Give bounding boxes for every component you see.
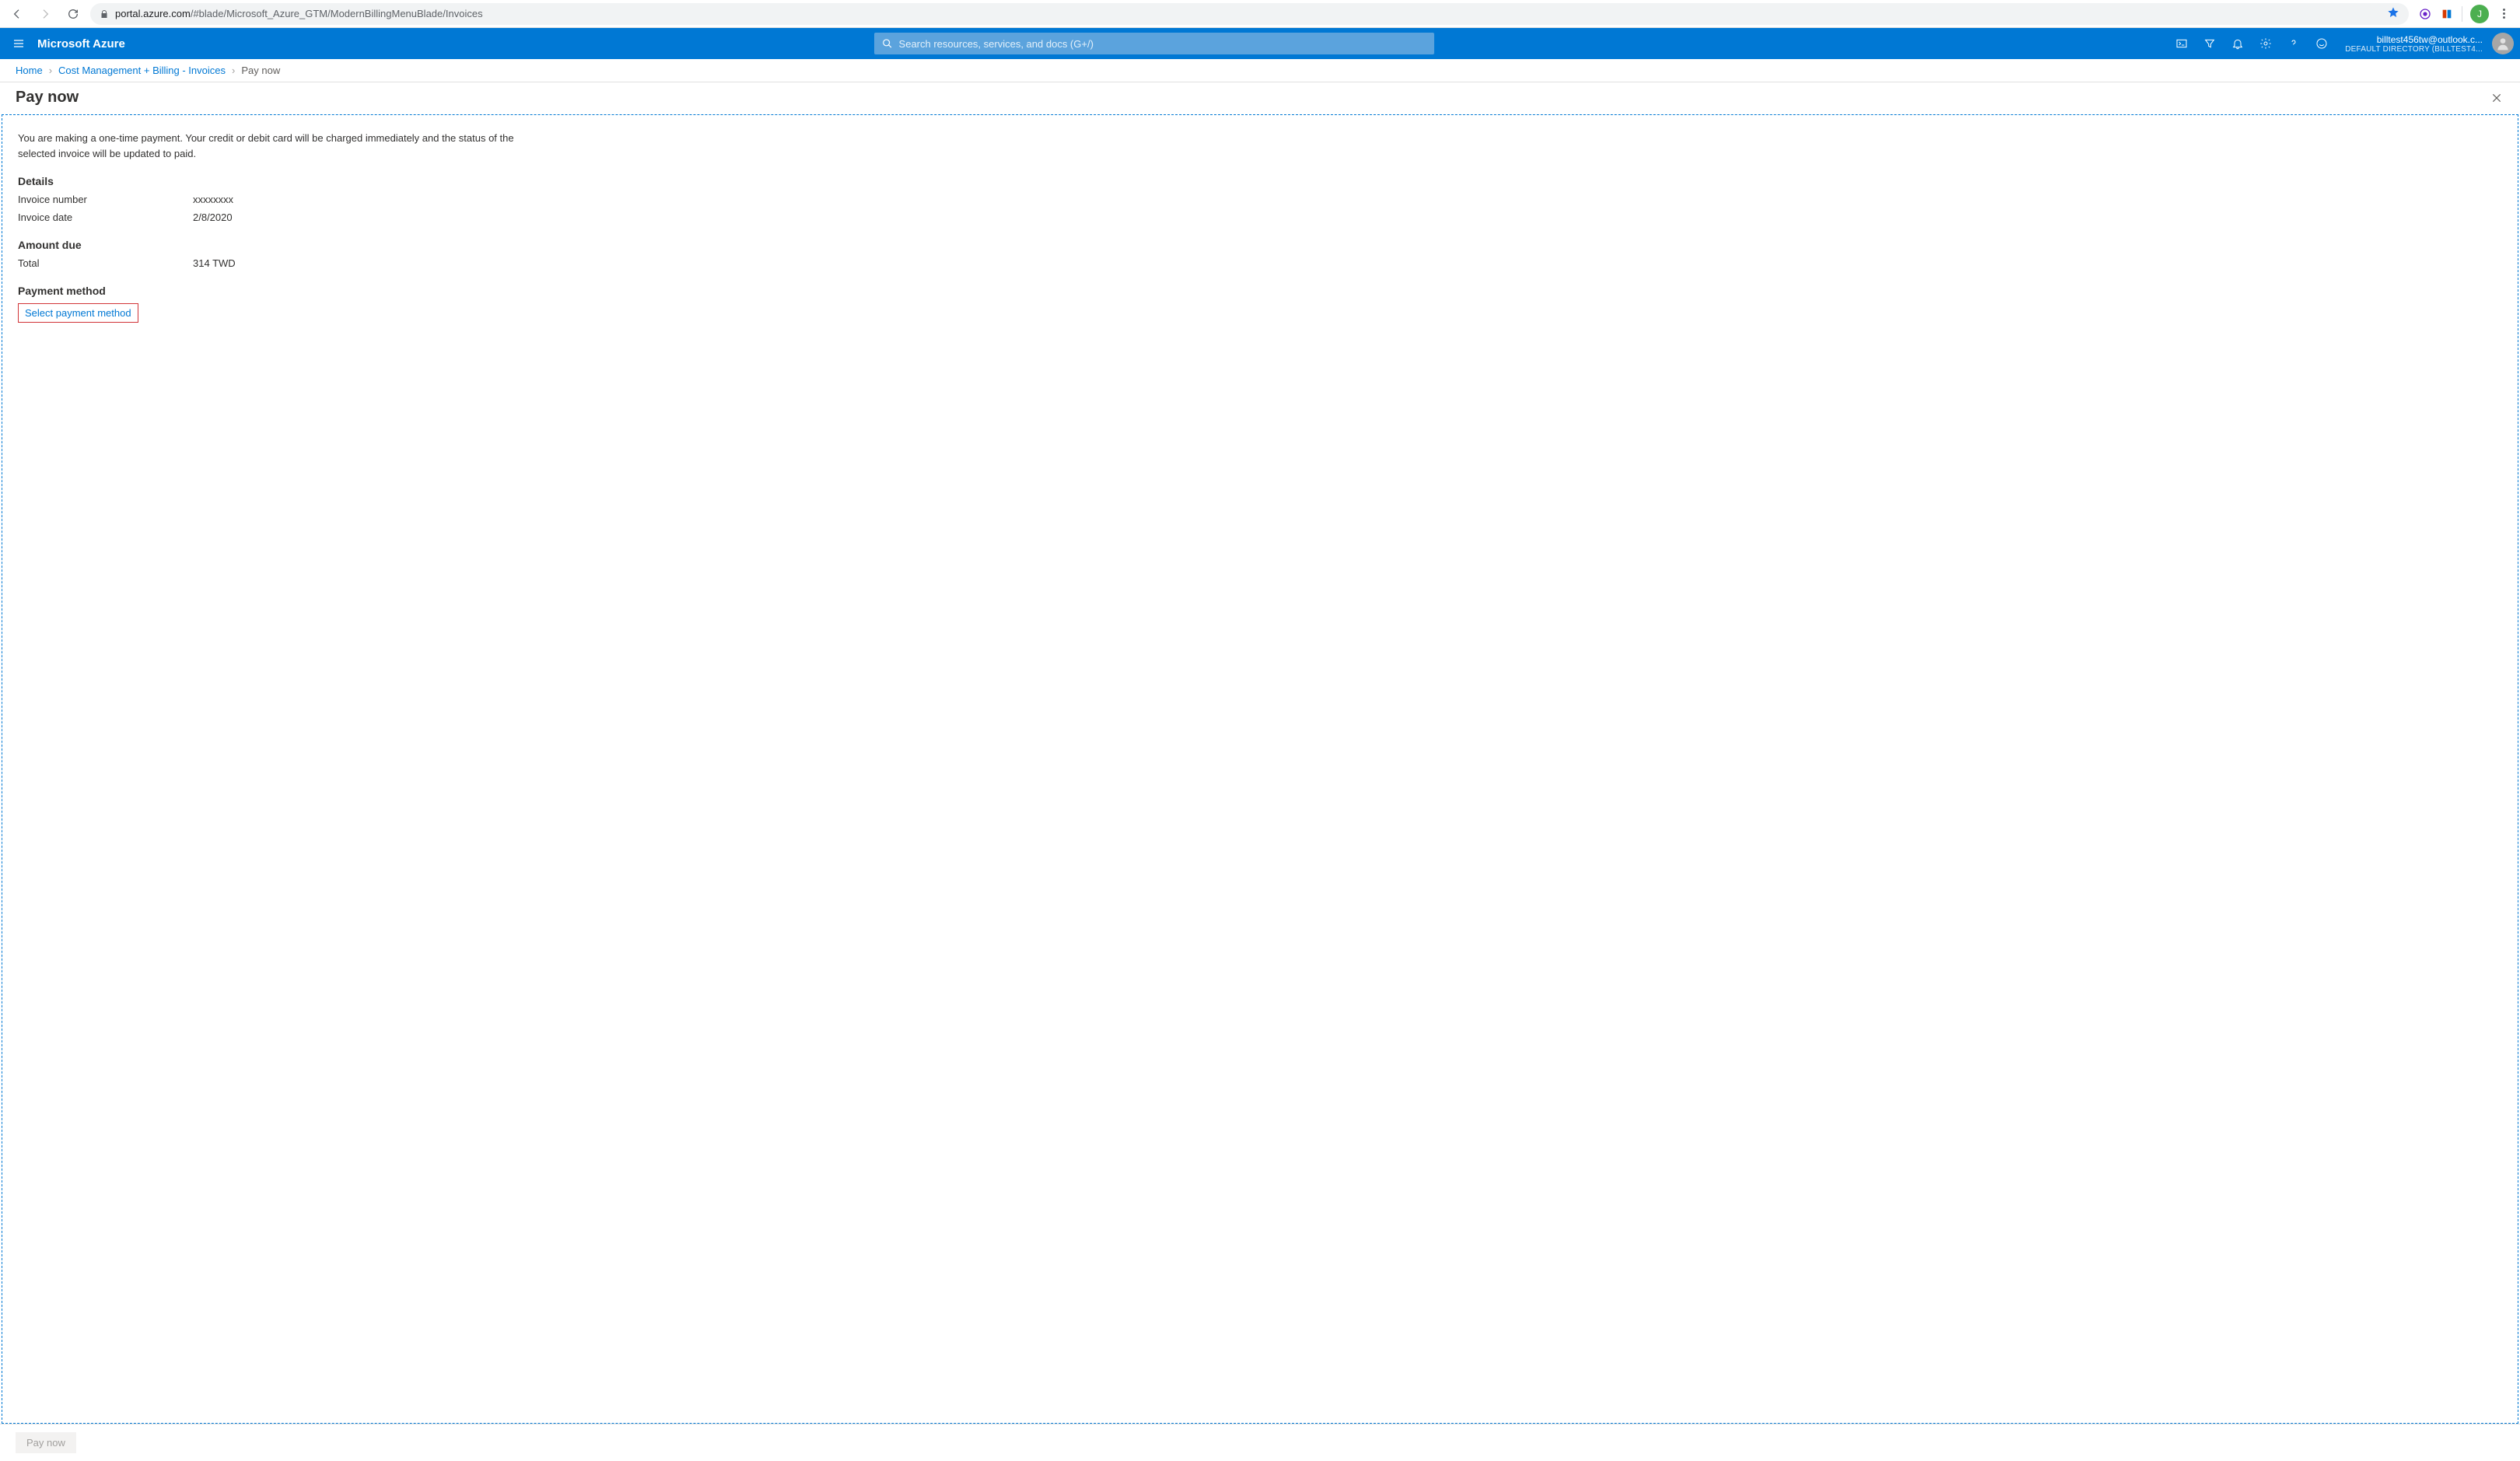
account-avatar[interactable] bbox=[2492, 33, 2514, 54]
select-payment-method-link[interactable]: Select payment method bbox=[22, 306, 135, 320]
total-value: 314 TWD bbox=[193, 257, 236, 269]
blade-body: You are making a one-time payment. Your … bbox=[2, 114, 2518, 1424]
search-input[interactable] bbox=[899, 38, 1426, 50]
account-email: billtest456tw@outlook.c... bbox=[2345, 34, 2483, 45]
arrow-right-icon bbox=[39, 8, 51, 20]
breadcrumb: Home › Cost Management + Billing - Invoi… bbox=[0, 59, 2520, 82]
extensions-area: J bbox=[2415, 5, 2514, 23]
blade-footer: Pay now bbox=[0, 1424, 2520, 1461]
total-row: Total 314 TWD bbox=[18, 257, 2502, 269]
chrome-profile-avatar[interactable]: J bbox=[2470, 5, 2489, 23]
filter-icon bbox=[2203, 37, 2216, 50]
reload-button[interactable] bbox=[62, 3, 84, 25]
header-tools bbox=[2168, 28, 2336, 59]
feedback-icon bbox=[2315, 37, 2328, 50]
bell-icon bbox=[2231, 37, 2244, 50]
reload-icon bbox=[67, 8, 79, 20]
breadcrumb-home[interactable]: Home bbox=[16, 65, 43, 76]
azure-header: Microsoft Azure billtest456tw@outlook.c.… bbox=[0, 28, 2520, 59]
portal-menu-button[interactable] bbox=[0, 28, 37, 59]
directory-filter-button[interactable] bbox=[2196, 28, 2224, 59]
intro-text: You are making a one-time payment. Your … bbox=[18, 131, 516, 161]
help-icon bbox=[2287, 37, 2300, 50]
notifications-button[interactable] bbox=[2224, 28, 2252, 59]
global-search[interactable] bbox=[874, 33, 1434, 54]
azure-brand[interactable]: Microsoft Azure bbox=[37, 37, 141, 51]
pay-now-button[interactable]: Pay now bbox=[16, 1432, 76, 1453]
chevron-right-icon: › bbox=[49, 65, 52, 76]
account-directory: DEFAULT DIRECTORY (BILLTEST4... bbox=[2345, 45, 2483, 54]
cloud-shell-icon bbox=[2175, 37, 2188, 50]
account-info[interactable]: billtest456tw@outlook.c... DEFAULT DIREC… bbox=[2336, 34, 2489, 54]
search-icon bbox=[882, 38, 893, 49]
pay-now-blade: Pay now You are making a one-time paymen… bbox=[0, 82, 2520, 1461]
browser-toolbar: portal.azure.com/#blade/Microsoft_Azure_… bbox=[0, 0, 2520, 28]
close-blade-button[interactable] bbox=[2489, 90, 2504, 106]
cloud-shell-button[interactable] bbox=[2168, 28, 2196, 59]
help-button[interactable] bbox=[2280, 28, 2308, 59]
hamburger-icon bbox=[12, 37, 25, 50]
lock-icon bbox=[100, 9, 109, 19]
highlight-annotation: Select payment method bbox=[18, 303, 138, 323]
details-heading: Details bbox=[18, 175, 2502, 187]
invoice-date-value: 2/8/2020 bbox=[193, 211, 233, 223]
close-icon bbox=[2491, 93, 2502, 103]
invoice-number-label: Invoice number bbox=[18, 194, 193, 205]
invoice-number-value: xxxxxxxx bbox=[193, 194, 233, 205]
invoice-date-label: Invoice date bbox=[18, 211, 193, 223]
gear-icon bbox=[2259, 37, 2272, 50]
payment-method-heading: Payment method bbox=[18, 285, 2502, 297]
bookmark-star-icon[interactable] bbox=[2387, 6, 2399, 21]
chevron-right-icon: › bbox=[232, 65, 235, 76]
url-text: portal.azure.com/#blade/Microsoft_Azure_… bbox=[115, 8, 483, 19]
amount-due-heading: Amount due bbox=[18, 239, 2502, 251]
breadcrumb-billing[interactable]: Cost Management + Billing - Invoices bbox=[58, 65, 226, 76]
back-button[interactable] bbox=[6, 3, 28, 25]
breadcrumb-current: Pay now bbox=[241, 65, 280, 76]
extension-icon-1[interactable] bbox=[2418, 7, 2432, 21]
forward-button[interactable] bbox=[34, 3, 56, 25]
feedback-button[interactable] bbox=[2308, 28, 2336, 59]
person-icon bbox=[2495, 36, 2511, 51]
extension-icon-2[interactable] bbox=[2440, 7, 2454, 21]
address-bar[interactable]: portal.azure.com/#blade/Microsoft_Azure_… bbox=[90, 3, 2409, 25]
total-label: Total bbox=[18, 257, 193, 269]
invoice-date-row: Invoice date 2/8/2020 bbox=[18, 211, 2502, 223]
arrow-left-icon bbox=[11, 8, 23, 20]
invoice-number-row: Invoice number xxxxxxxx bbox=[18, 194, 2502, 205]
blade-title: Pay now bbox=[16, 89, 79, 107]
chrome-menu-button[interactable] bbox=[2497, 7, 2511, 21]
settings-button[interactable] bbox=[2252, 28, 2280, 59]
